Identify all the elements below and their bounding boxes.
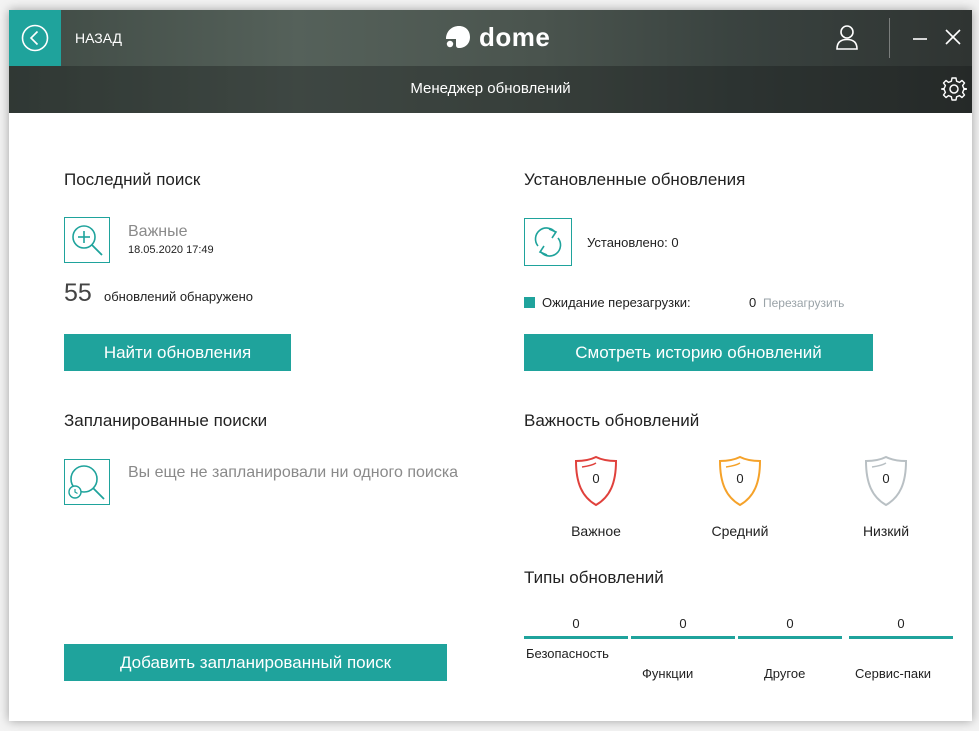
titlebar-separator bbox=[889, 18, 890, 58]
type-servicepacks-count: 0 bbox=[897, 616, 905, 631]
header: НАЗАД dome Менеджер обновлений bbox=[9, 10, 972, 113]
close-icon bbox=[945, 29, 961, 45]
minimize-icon bbox=[913, 38, 927, 40]
type-servicepacks-bar bbox=[849, 636, 953, 639]
user-account-button[interactable] bbox=[832, 22, 862, 52]
updates-found-label: обновлений обнаружено bbox=[104, 289, 253, 304]
page-title: Менеджер обновлений bbox=[410, 80, 571, 97]
type-features-column: 0 bbox=[631, 616, 735, 639]
type-features-label: Функции bbox=[642, 666, 694, 681]
update-types-title: Типы обновлений bbox=[524, 568, 664, 587]
find-updates-button[interactable]: Найти обновления bbox=[64, 334, 291, 371]
updates-found-count: 55 bbox=[64, 279, 92, 307]
installed-icon-box bbox=[524, 218, 572, 266]
search-icon-box bbox=[64, 217, 110, 263]
back-label[interactable]: НАЗАД bbox=[75, 30, 122, 46]
type-servicepacks-label: Сервис-паки bbox=[855, 666, 932, 681]
type-other-count: 0 bbox=[786, 616, 794, 631]
type-security-bar bbox=[524, 636, 628, 639]
minimize-button[interactable] bbox=[909, 26, 931, 48]
dome-logo: dome bbox=[443, 21, 550, 53]
no-scheduled-searches-text: Вы еще не запланировали ни одного поиска bbox=[128, 464, 459, 481]
low-shield: 0 bbox=[862, 455, 910, 507]
search-plus-icon bbox=[72, 225, 103, 256]
type-features-count: 0 bbox=[679, 616, 687, 631]
critical-label: Важное bbox=[571, 523, 621, 539]
settings-button[interactable] bbox=[940, 76, 968, 102]
pending-restart-indicator bbox=[524, 297, 535, 308]
clock-search-icon bbox=[64, 459, 110, 505]
last-search-date: 18.05.2020 17:49 bbox=[128, 244, 214, 256]
medium-count: 0 bbox=[736, 471, 744, 486]
dome-logo-icon bbox=[446, 26, 470, 48]
type-security-column: 0 bbox=[524, 616, 628, 639]
pending-restart-value: 0 bbox=[749, 295, 757, 310]
close-button[interactable] bbox=[942, 26, 964, 48]
critical-count: 0 bbox=[592, 471, 600, 486]
critical-shield: 0 bbox=[572, 455, 620, 507]
page-title-bar: Менеджер обновлений bbox=[9, 66, 972, 113]
type-other-bar bbox=[738, 636, 842, 639]
type-servicepacks-column: 0 bbox=[849, 616, 953, 639]
medium-label: Средний bbox=[711, 523, 769, 539]
app-window: НАЗАД dome Менеджер обновлений Последний… bbox=[9, 10, 972, 721]
scheduled-searches-title: Запланированные поиски bbox=[64, 411, 268, 430]
view-update-history-button[interactable]: Смотреть историю обновлений bbox=[524, 334, 873, 371]
type-other-label: Другое bbox=[764, 666, 806, 681]
title-bar: НАЗАД dome bbox=[9, 10, 972, 66]
logo-text: dome bbox=[479, 21, 551, 52]
low-label: Низкий bbox=[862, 523, 910, 539]
add-scheduled-search-button[interactable]: Добавить запланированный поиск bbox=[64, 644, 447, 681]
last-search-type: Важные bbox=[128, 223, 188, 240]
back-arrow-icon bbox=[21, 24, 49, 52]
user-icon bbox=[836, 25, 858, 50]
back-button[interactable] bbox=[9, 10, 61, 66]
type-security-label: Безопасность bbox=[526, 646, 609, 661]
gear-icon bbox=[940, 77, 968, 101]
medium-shield: 0 bbox=[716, 455, 764, 507]
restart-link[interactable]: Перезагрузить bbox=[763, 296, 844, 310]
low-count: 0 bbox=[882, 471, 890, 486]
type-features-bar bbox=[631, 636, 735, 639]
installed-updates-title: Установленные обновления bbox=[524, 170, 746, 189]
type-other-column: 0 bbox=[738, 616, 842, 639]
pending-restart-label: Ожидание перезагрузки: bbox=[542, 295, 691, 310]
refresh-icon bbox=[524, 218, 572, 266]
update-severity-title: Важность обновлений bbox=[524, 411, 700, 430]
last-search-title: Последний поиск bbox=[64, 170, 201, 189]
installed-count-text: Установлено: 0 bbox=[587, 235, 679, 250]
type-security-count: 0 bbox=[572, 616, 580, 631]
scheduled-search-icon-box bbox=[64, 459, 110, 505]
